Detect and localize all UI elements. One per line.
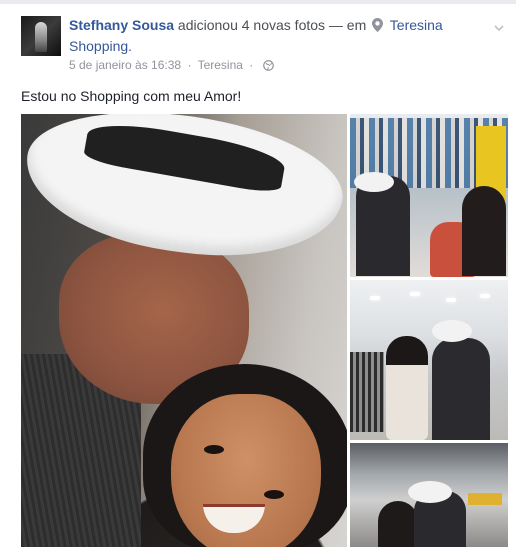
- post-header: Stefhany Sousa adicionou 4 novas fotos —…: [69, 16, 489, 56]
- photo-shape-sign: [468, 493, 502, 505]
- photo-shape-hat: [354, 172, 394, 192]
- photo-shape-hat: [432, 320, 472, 342]
- photo-shape-ceiling-light: [446, 298, 456, 302]
- meta-separator: ·: [187, 58, 192, 72]
- timestamp-link[interactable]: 5 de janeiro às 16:38: [69, 58, 181, 72]
- photo-thumbnail-2[interactable]: [350, 280, 508, 440]
- photo-shape-ceiling-light: [410, 292, 420, 296]
- photo-shape-ceiling-light: [480, 294, 490, 298]
- photo-shape-hat: [408, 481, 452, 503]
- chevron-down-icon[interactable]: [494, 20, 504, 32]
- author-avatar[interactable]: [21, 16, 61, 56]
- meta-separator-2: ·: [249, 58, 254, 72]
- photo-shape-woman: [386, 336, 428, 440]
- post-status-text: Estou no Shopping com meu Amor!: [21, 88, 242, 104]
- post-meta: 5 de janeiro às 16:38 · Teresina ·: [69, 58, 274, 75]
- photo-main[interactable]: [21, 114, 347, 547]
- post-action-text: adicionou 4 novas fotos — em: [177, 17, 367, 33]
- photo-shape-woman: [378, 501, 418, 547]
- place-link[interactable]: Teresina: [198, 58, 243, 72]
- photo-shape-eye-left: [204, 445, 224, 454]
- photo-shape-man: [356, 176, 410, 276]
- photo-shape-man: [432, 338, 490, 440]
- photo-thumbnail-3[interactable]: [350, 443, 508, 547]
- photo-shape-woman: [462, 186, 506, 276]
- author-name-link[interactable]: Stefhany Sousa: [69, 17, 174, 33]
- photo-thumbnail-1[interactable]: [350, 114, 508, 277]
- photo-shape-eye-right: [264, 490, 284, 499]
- avatar-figure: [35, 22, 47, 52]
- map-pin-icon: [372, 18, 384, 37]
- globe-icon[interactable]: [262, 60, 274, 75]
- photo-shape-ceiling-light: [370, 296, 380, 300]
- top-divider: [0, 0, 516, 4]
- photo-shape-racks: [350, 352, 384, 432]
